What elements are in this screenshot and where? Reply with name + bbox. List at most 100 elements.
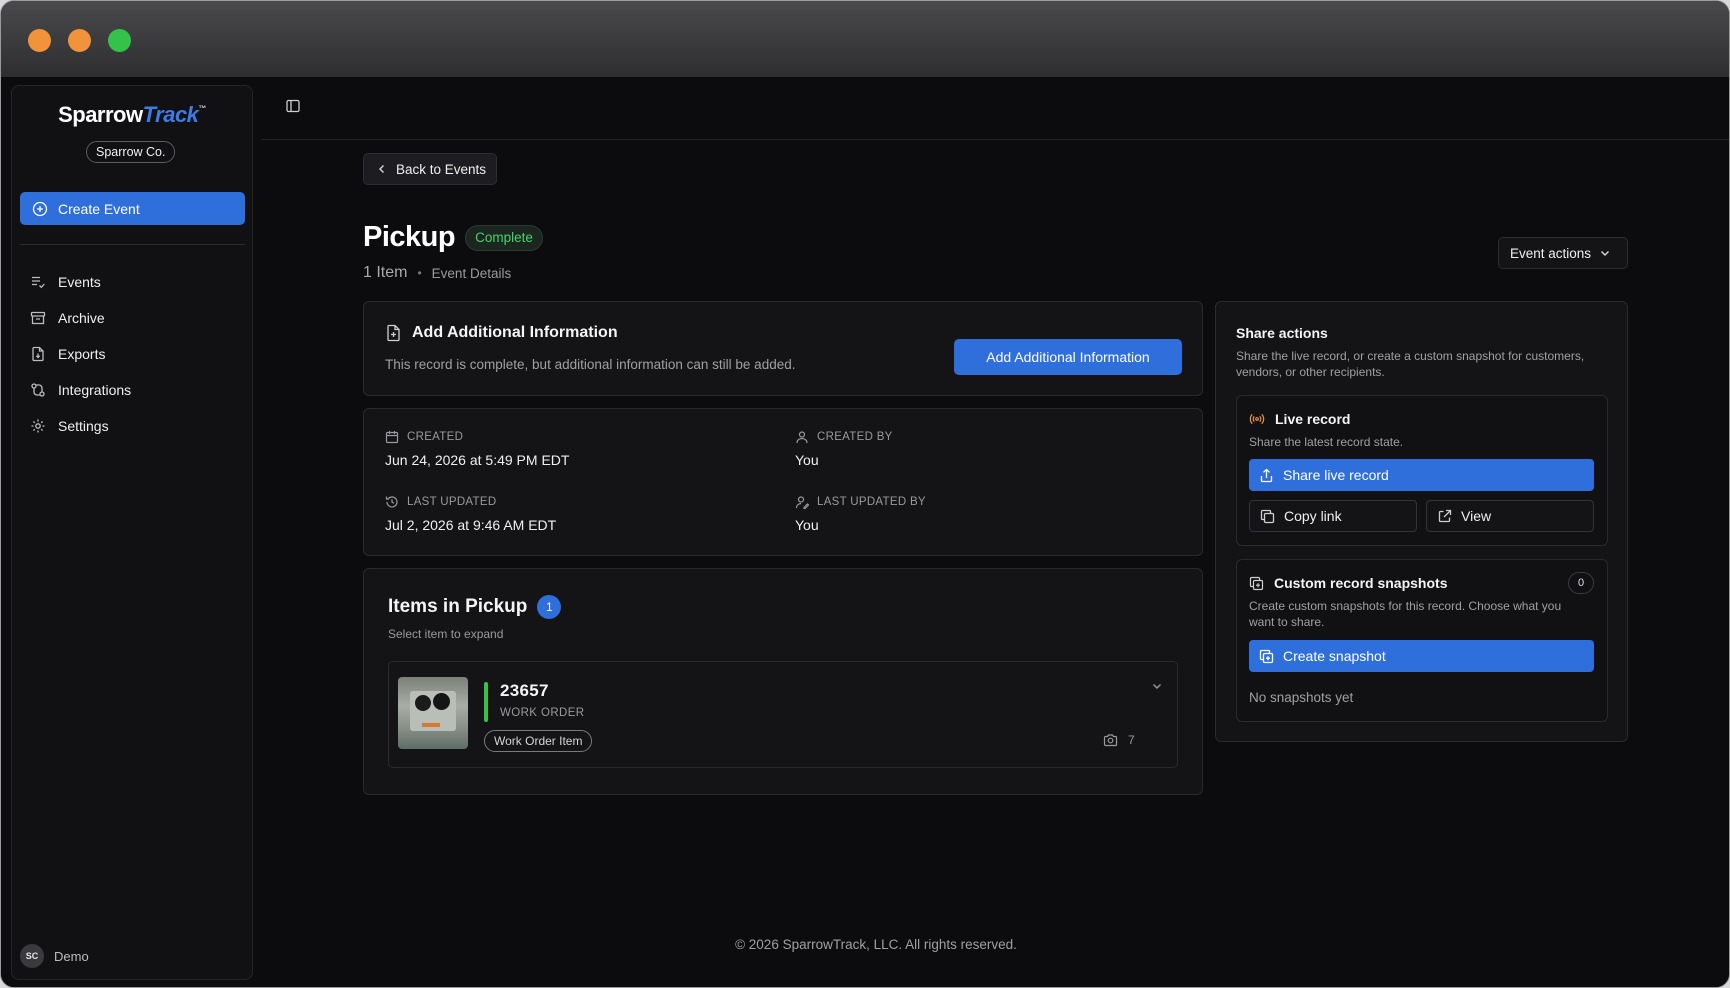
no-snapshots-text: No snapshots yet [1249, 690, 1354, 705]
gear-icon [30, 418, 48, 434]
user-edit-icon [795, 495, 809, 509]
share-actions-title: Share actions [1236, 325, 1328, 341]
share-icon [1259, 468, 1274, 483]
camera-icon [1103, 733, 1118, 747]
created-field: CREATED Jun 24, 2026 at 5:49 PM EDT [385, 430, 569, 468]
snapshot-count-badge: 0 [1568, 572, 1594, 594]
app-content: SparrowTrack™ Sparrow Co. Create Event E… [1, 77, 1729, 987]
share-live-record-button[interactable]: Share live record [1249, 459, 1594, 491]
live-record-title: Live record [1249, 411, 1350, 427]
custom-snapshots-description: Create custom snapshots for this record.… [1249, 599, 1562, 629]
sidebar-item-label: Integrations [58, 382, 132, 398]
created-by-field: CREATED BY You [795, 430, 893, 468]
brand-name-part1: Sparrow [58, 102, 143, 127]
brand-trademark: ™ [198, 104, 206, 113]
sidebar-item-integrations[interactable]: Integrations [20, 372, 245, 408]
last-updated-by-label: LAST UPDATED BY [795, 495, 926, 509]
back-label: Back to Events [396, 161, 487, 177]
status-badge: Complete [465, 224, 543, 251]
created-label-text: CREATED [407, 431, 464, 443]
live-record-title-text: Live record [1275, 411, 1351, 427]
custom-snapshots-title-text: Custom record snapshots [1274, 575, 1448, 591]
list-check-icon [30, 274, 48, 290]
chevron-down-icon [1599, 247, 1611, 259]
footer-copyright: © 2026 SparrowTrack, LLC. All rights res… [735, 937, 1017, 952]
items-title-text: Items in Pickup [388, 596, 528, 617]
last-updated-label: LAST UPDATED [385, 495, 556, 509]
share-actions-description: Share the live record, or create a custo… [1236, 349, 1585, 379]
item-thumbnail[interactable] [398, 677, 468, 749]
view-button[interactable]: View [1426, 500, 1594, 532]
snapshot-plus-icon [1259, 649, 1274, 664]
broadcast-icon [1249, 412, 1265, 426]
file-plus-icon [385, 324, 402, 342]
window-close-button[interactable] [28, 29, 51, 52]
create-event-button[interactable]: Create Event [20, 192, 245, 225]
separator-dot: • [417, 266, 422, 280]
live-record-description: Share the latest record state. [1249, 435, 1404, 449]
last-updated-by-label-text: LAST UPDATED BY [817, 496, 926, 508]
last-updated-value: Jul 2, 2026 at 9:46 AM EDT [385, 517, 557, 533]
create-event-label: Create Event [58, 200, 140, 217]
window-minimize-button[interactable] [68, 29, 91, 52]
create-snapshot-label: Create snapshot [1283, 648, 1386, 664]
created-by-label-text: CREATED BY [817, 431, 893, 443]
last-updated-label-text: LAST UPDATED [407, 496, 497, 508]
sidebar-item-events[interactable]: Events [20, 264, 245, 300]
file-export-icon [30, 346, 48, 362]
brand-logo[interactable]: SparrowTrack™ [12, 102, 252, 128]
item-status-indicator [484, 682, 488, 722]
chevron-left-icon [376, 163, 388, 175]
item-id: 23657 [500, 681, 549, 700]
photo-count: 7 [1103, 733, 1135, 747]
created-label: CREATED [385, 430, 569, 444]
page-title-row: Pickup Complete [363, 221, 543, 254]
copy-link-button[interactable]: Copy link [1249, 500, 1417, 532]
items-card: Items in Pickup 1 Select item to expand … [363, 568, 1203, 795]
add-additional-info-button[interactable]: Add Additional Information [954, 339, 1182, 375]
event-details-link[interactable]: Event Details [432, 266, 512, 281]
event-actions-dropdown[interactable]: Event actions [1498, 237, 1628, 269]
sidebar-divider [20, 244, 245, 245]
external-link-icon [1437, 509, 1452, 524]
window-titlebar [1, 1, 1729, 77]
additional-info-description: This record is complete, but additional … [385, 357, 796, 372]
additional-info-card: Add Additional Information This record i… [363, 301, 1203, 396]
window-zoom-button[interactable] [108, 29, 131, 52]
sidebar-item-exports[interactable]: Exports [20, 336, 245, 372]
additional-info-title-text: Add Additional Information [412, 324, 618, 341]
custom-snapshots-card: Custom record snapshots 0 Create custom … [1236, 559, 1608, 722]
last-updated-by-field: LAST UPDATED BY You [795, 495, 926, 533]
item-type: WORK ORDER [500, 707, 585, 719]
app-window: SparrowTrack™ Sparrow Co. Create Event E… [0, 0, 1730, 988]
view-label: View [1461, 508, 1492, 524]
record-meta-card: CREATED Jun 24, 2026 at 5:49 PM EDT CREA… [363, 408, 1203, 556]
copy-icon [1260, 509, 1275, 524]
calendar-icon [385, 430, 399, 444]
additional-info-title: Add Additional Information [385, 324, 618, 342]
last-updated-field: LAST UPDATED Jul 2, 2026 at 9:46 AM EDT [385, 495, 556, 533]
create-snapshot-button[interactable]: Create snapshot [1249, 640, 1594, 672]
last-updated-by-value: You [795, 517, 819, 533]
user-name: Demo [54, 948, 89, 964]
sidebar-toggle-icon[interactable] [285, 98, 305, 118]
archive-box-icon [30, 310, 48, 326]
user-menu[interactable]: SC Demo [20, 944, 89, 968]
copy-link-label: Copy link [1284, 508, 1342, 524]
sidebar-item-settings[interactable]: Settings [20, 408, 245, 444]
event-actions-label: Event actions [1510, 245, 1592, 261]
created-by-label: CREATED BY [795, 430, 893, 444]
plus-circle-icon [32, 201, 48, 217]
org-badge[interactable]: Sparrow Co. [86, 141, 176, 163]
integrations-icon [30, 382, 48, 398]
items-title: Items in Pickup 1 [388, 595, 562, 619]
list-item[interactable]: 23657 WORK ORDER Work Order Item 7 [388, 661, 1178, 768]
sidebar-item-archive[interactable]: Archive [20, 300, 245, 336]
back-to-events-button[interactable]: Back to Events [363, 153, 498, 185]
created-by-value: You [795, 452, 819, 468]
item-tag: Work Order Item [484, 730, 593, 752]
top-bar [261, 77, 1729, 140]
created-value: Jun 24, 2026 at 5:49 PM EDT [385, 452, 570, 468]
chevron-down-icon[interactable] [1151, 680, 1163, 692]
item-count: 1 Item [363, 264, 408, 281]
